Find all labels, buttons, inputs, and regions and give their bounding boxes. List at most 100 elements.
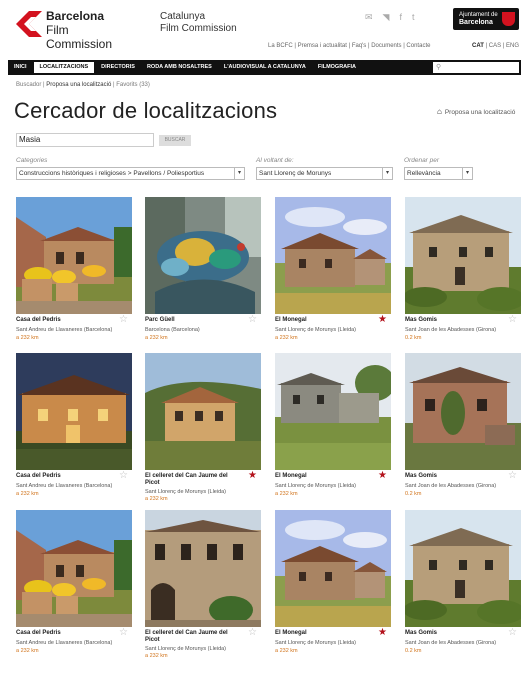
location-place: Sant Joan de les Abadesses (Girona)	[405, 327, 497, 333]
result-card[interactable]: Casa del Pedris Sant Andreu de Llavaneres…	[16, 353, 132, 503]
location-name[interactable]: El Monegal	[275, 473, 373, 480]
location-photo[interactable]	[275, 353, 391, 470]
mail-icon[interactable]: ✉	[365, 12, 373, 23]
location-photo[interactable]	[145, 353, 261, 470]
tagline-line2: Film Commission	[160, 23, 237, 34]
lang-others[interactable]: | CAS | ENG	[484, 43, 519, 49]
location-place: Sant Llorenç de Morunys (Lleida)	[275, 483, 357, 489]
location-name[interactable]: Casa del Pedris	[16, 473, 114, 480]
location-photo[interactable]	[145, 510, 261, 627]
location-photo[interactable]	[145, 197, 261, 314]
location-name[interactable]: El Monegal	[275, 630, 373, 637]
location-photo[interactable]	[275, 510, 391, 627]
location-photo[interactable]	[405, 197, 521, 314]
result-card[interactable]: Parc Güell Barcelona (Barcelona) a 232 km ☆	[145, 197, 261, 347]
location-distance: 0.2 km	[405, 335, 422, 341]
ajuntament-logo[interactable]: Ajuntament de Barcelona	[453, 8, 519, 30]
location-distance: a 232 km	[16, 335, 39, 341]
favorite-star-icon[interactable]: ☆	[248, 315, 257, 325]
location-photo[interactable]	[405, 510, 521, 627]
search-icon: ⚲	[436, 64, 442, 71]
favorite-star-icon[interactable]: ☆	[508, 315, 517, 325]
favorite-star-icon[interactable]: ☆	[119, 471, 128, 481]
around-label: Al voltant de:	[256, 157, 294, 164]
location-distance: 0.2 km	[405, 648, 422, 654]
location-name[interactable]: Parc Güell	[145, 317, 243, 324]
rss-icon[interactable]: ◥	[383, 12, 390, 23]
brand-name: Barcelona	[46, 9, 105, 23]
result-card[interactable]: El Monegal Sant Llorenç de Morunys (Lleid…	[275, 197, 391, 347]
twitter-icon[interactable]: t	[412, 12, 415, 23]
location-name[interactable]: Mas Gomis	[405, 317, 503, 324]
tagline-line1: Catalunya	[160, 11, 206, 22]
location-photo[interactable]	[275, 197, 391, 314]
lang-active[interactable]: CAT	[472, 43, 484, 49]
favorite-star-icon[interactable]: ☆	[508, 471, 517, 481]
location-photo[interactable]	[16, 510, 132, 627]
chevron-down-icon: ▾	[234, 168, 244, 179]
favorite-star-icon[interactable]: ☆	[119, 628, 128, 638]
location-name[interactable]: El Monegal	[275, 317, 373, 324]
location-distance: a 232 km	[145, 653, 168, 659]
favorite-star-icon[interactable]: ☆	[248, 628, 257, 638]
result-card[interactable]: Casa del Pedris Sant Andreu de Llavaneres…	[16, 510, 132, 660]
home-icon: ⌂	[437, 107, 442, 116]
breadcrumb-buscador[interactable]: Buscador	[16, 82, 41, 88]
facebook-icon[interactable]: f	[399, 12, 402, 23]
location-name[interactable]: Mas Gomis	[405, 630, 503, 637]
location-place: Barcelona (Barcelona)	[145, 327, 200, 333]
result-card[interactable]: El celleret del Can Jaume del Picot Sant …	[145, 510, 261, 660]
nav-item-directoris[interactable]: DIRECTORIS	[95, 60, 141, 75]
location-place: Sant Llorenç de Morunys (Lleida)	[145, 646, 227, 652]
propose-location-link[interactable]: ⌂ Proposa una localització	[437, 107, 515, 116]
brand-subtitle: Film Commission	[46, 23, 113, 51]
barcelona-film-commission-logo[interactable]: Barcelona Film Commission	[16, 9, 126, 51]
result-card[interactable]: El Monegal Sant Llorenç de Morunys (Lleid…	[275, 510, 391, 660]
search-input[interactable]: Masia	[16, 133, 154, 147]
location-photo[interactable]	[16, 353, 132, 470]
favorite-star-icon[interactable]: ★	[378, 315, 387, 325]
location-distance: a 232 km	[145, 496, 168, 502]
favorite-star-icon[interactable]: ☆	[119, 315, 128, 325]
location-name[interactable]: El celleret del Can Jaume del Picot	[145, 473, 243, 487]
top-links[interactable]: La BCFC | Premsa i actualitat | Faq's | …	[268, 43, 430, 49]
result-card[interactable]: El Monegal Sant Llorenç de Morunys (Lleid…	[275, 353, 391, 503]
favorite-star-icon[interactable]: ★	[378, 628, 387, 638]
location-name[interactable]: Mas Gomis	[405, 473, 503, 480]
breadcrumb-current[interactable]: Proposa una localització	[46, 82, 111, 88]
social-links: ✉ ◥ f t	[365, 12, 415, 23]
favorite-star-icon[interactable]: ★	[378, 471, 387, 481]
location-place: Sant Andreu de Llavaneres (Barcelona)	[16, 327, 113, 333]
order-select[interactable]: Rellevància ▾	[404, 167, 473, 180]
nav-item-roda-amb-nosaltres[interactable]: RODA AMB NOSALTRES	[141, 60, 218, 75]
around-select[interactable]: Sant Llorenç de Morunys ▾	[256, 167, 393, 180]
search-button[interactable]: BUSCAR	[159, 135, 191, 146]
nav-search-input[interactable]: ⚲	[433, 62, 519, 73]
bcfc-logo-icon	[16, 11, 42, 37]
order-value: Rellevància	[407, 170, 441, 177]
result-card[interactable]: Mas Gomis Sant Joan de les Abadesses (Gir…	[405, 353, 521, 503]
catalunya-film-commission-tagline[interactable]: Catalunya Film Commission	[160, 11, 237, 35]
result-card[interactable]: El celleret del Can Jaume del Picot Sant …	[145, 353, 261, 503]
result-card[interactable]: Casa del Pedris Sant Andreu de Llavaneres…	[16, 197, 132, 347]
result-card[interactable]: Mas Gomis Sant Joan de les Abadesses (Gir…	[405, 197, 521, 347]
language-switcher[interactable]: CAT | CAS | ENG	[472, 43, 519, 49]
location-photo[interactable]	[16, 197, 132, 314]
nav-item-localitzacions[interactable]: LOCALITZACIONS	[32, 61, 96, 74]
nav-item-audiovisual[interactable]: L'AUDIOVISUAL A CATALUNYA	[218, 60, 312, 75]
favorite-star-icon[interactable]: ☆	[508, 628, 517, 638]
category-select[interactable]: Construccions històriques i religioses >…	[16, 167, 245, 180]
location-name[interactable]: Casa del Pedris	[16, 317, 114, 324]
favorite-star-icon[interactable]: ★	[248, 471, 257, 481]
nav-item-filmografia[interactable]: FILMOGRAFIA	[312, 60, 362, 75]
nav-item-inici[interactable]: INICI	[8, 60, 33, 75]
location-photo[interactable]	[405, 353, 521, 470]
location-name[interactable]: El celleret del Can Jaume del Picot	[145, 630, 243, 644]
order-label: Ordenar per	[404, 157, 440, 164]
breadcrumb-favorits[interactable]: | Favorits (33)	[111, 82, 150, 88]
location-name[interactable]: Casa del Pedris	[16, 630, 114, 637]
location-place: Sant Llorenç de Morunys (Lleida)	[145, 489, 227, 495]
breadcrumb: Buscador | Proposa una localització | Fa…	[16, 82, 150, 88]
result-card[interactable]: Mas Gomis Sant Joan de les Abadesses (Gir…	[405, 510, 521, 660]
location-distance: 0.2 km	[405, 491, 422, 497]
